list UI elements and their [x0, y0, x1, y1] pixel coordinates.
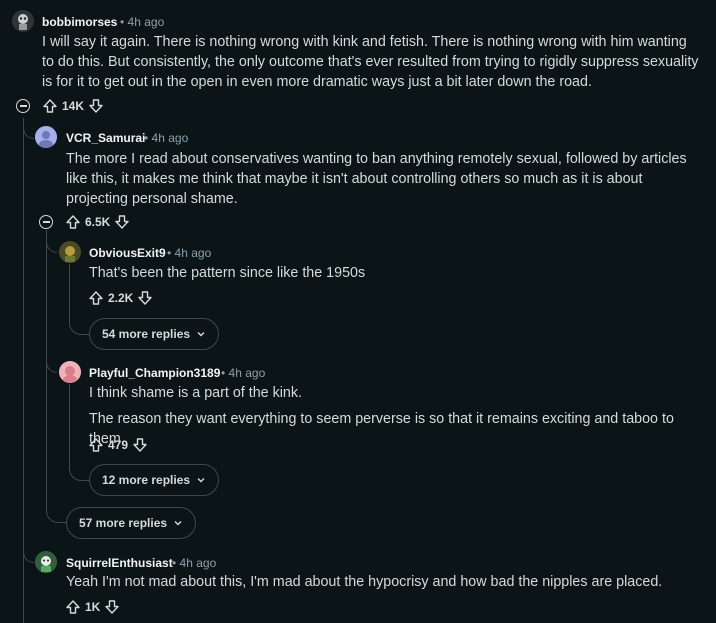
- more-replies-button[interactable]: 57 more replies: [66, 507, 197, 539]
- vote-score: 1K: [85, 600, 101, 614]
- upvote-icon[interactable]: [42, 98, 58, 114]
- time-text: 4h ago: [179, 556, 217, 570]
- vote-score: 14K: [62, 99, 85, 113]
- avatar[interactable]: [59, 361, 81, 383]
- upvote-icon[interactable]: [88, 437, 104, 453]
- avatar[interactable]: [35, 551, 57, 573]
- username[interactable]: bobbimorses: [42, 15, 117, 29]
- comment-body: Yeah I'm not mad about this, I'm mad abo…: [66, 574, 663, 590]
- collapse-thread-button[interactable]: [16, 99, 30, 113]
- timestamp[interactable]: • 4h ago: [172, 556, 216, 570]
- downvote-icon[interactable]: [104, 599, 120, 615]
- downvote-icon[interactable]: [88, 98, 104, 114]
- collapse-thread-button[interactable]: [39, 215, 53, 229]
- timestamp[interactable]: • 4h ago: [120, 15, 164, 29]
- comment-body: I will say it again. There is nothing wr…: [42, 34, 699, 90]
- upvote-icon[interactable]: [88, 290, 104, 306]
- separator-dot: •: [221, 366, 226, 380]
- time-text: 4h ago: [151, 131, 189, 145]
- thread-line-vcr[interactable]: [46, 230, 47, 510]
- avatar[interactable]: [12, 10, 34, 32]
- vote-score: 6.5K: [85, 215, 111, 229]
- thread-curve-57more: [46, 500, 67, 523]
- timestamp[interactable]: • 4h ago: [221, 366, 265, 380]
- vote-bar: 479: [88, 435, 148, 455]
- vote-bar: 14K: [42, 96, 104, 116]
- thread-curve-12more: [69, 458, 90, 481]
- timestamp[interactable]: • 4h ago: [144, 131, 188, 145]
- chevron-down-icon: [197, 478, 205, 483]
- more-replies-label: 12 more replies: [102, 473, 191, 487]
- more-replies-label: 57 more replies: [79, 516, 168, 530]
- more-replies-button[interactable]: 12 more replies: [89, 464, 220, 496]
- vote-score: 479: [108, 438, 129, 452]
- avatar[interactable]: [59, 241, 81, 263]
- separator-dot: •: [144, 131, 149, 145]
- chevron-down-icon: [174, 521, 182, 526]
- time-text: 4h ago: [174, 246, 212, 260]
- thread-curve-obvious: [46, 230, 57, 253]
- more-replies-label: 54 more replies: [102, 327, 191, 341]
- avatar[interactable]: [35, 126, 57, 148]
- vote-bar: 2.2K: [88, 288, 153, 308]
- separator-dot: •: [172, 556, 177, 570]
- thread-curve-vcr: [23, 118, 34, 139]
- timestamp[interactable]: • 4h ago: [167, 246, 211, 260]
- username[interactable]: VCR_Samurai: [66, 131, 145, 145]
- separator-dot: •: [120, 15, 125, 29]
- username[interactable]: Playful_Champion3189: [89, 366, 220, 380]
- thread-curve-54more: [69, 312, 90, 335]
- username[interactable]: ObviousExit9: [89, 246, 166, 260]
- separator-dot: •: [167, 246, 172, 260]
- vote-bar: 6.5K: [65, 212, 130, 232]
- upvote-icon[interactable]: [65, 214, 81, 230]
- comment-body: That's been the pattern since like the 1…: [89, 265, 366, 281]
- time-text: 4h ago: [127, 15, 165, 29]
- thread-curve-playful: [46, 340, 57, 373]
- upvote-icon[interactable]: [65, 599, 81, 615]
- downvote-icon[interactable]: [114, 214, 130, 230]
- username[interactable]: SquirrelEnthusiast: [66, 556, 173, 570]
- comment-body-paragraph: I think shame is a part of the kink.: [89, 385, 302, 401]
- vote-bar: 1K: [65, 597, 120, 617]
- comment-body-paragraph: The reason they want everything to seem …: [89, 411, 674, 447]
- vote-score: 2.2K: [108, 291, 134, 305]
- comment-body: The more I read about conservatives want…: [66, 151, 687, 207]
- chevron-down-icon: [197, 332, 205, 337]
- downvote-icon[interactable]: [137, 290, 153, 306]
- time-text: 4h ago: [228, 366, 266, 380]
- thread-curve-squirrel: [23, 540, 34, 563]
- more-replies-button[interactable]: 54 more replies: [89, 318, 220, 350]
- downvote-icon[interactable]: [132, 437, 148, 453]
